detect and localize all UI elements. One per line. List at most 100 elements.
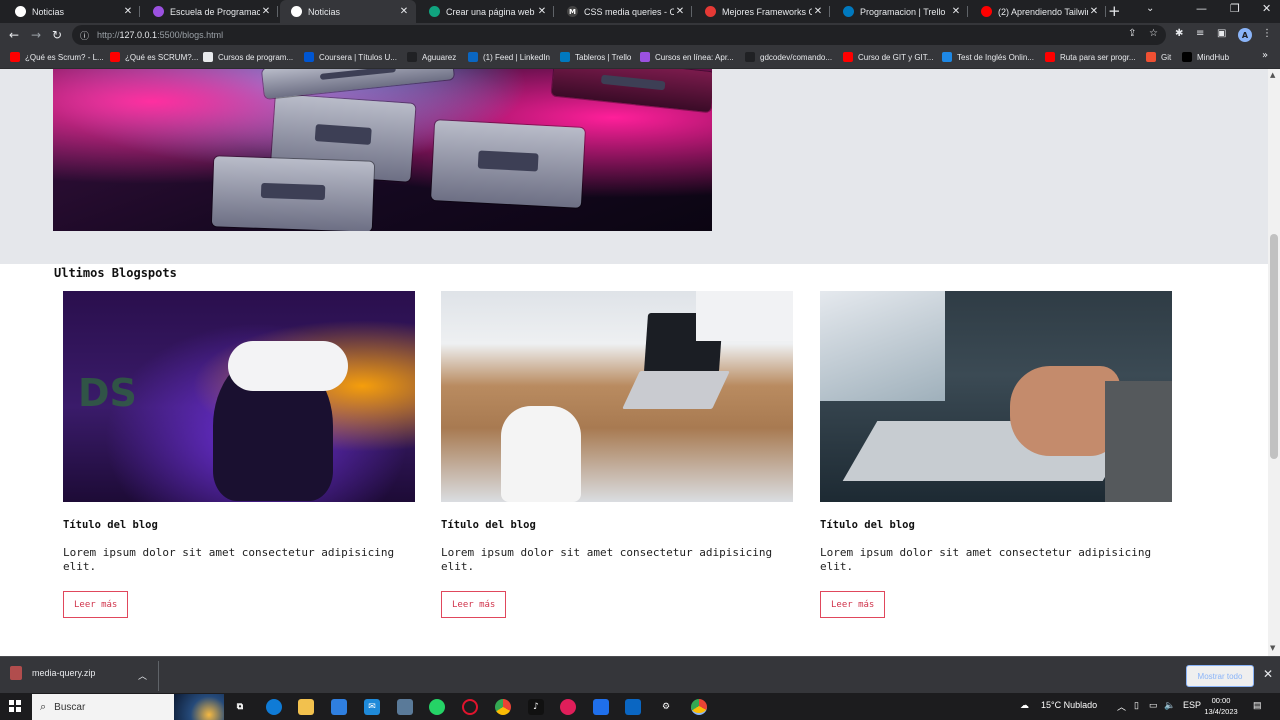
tray-chevron-icon[interactable]: ︿ xyxy=(1117,700,1126,713)
settings-gear-icon[interactable]: ⚙ xyxy=(658,699,674,715)
bookmark-item[interactable]: Ruta para ser progr... xyxy=(1045,52,1136,62)
vscode-icon[interactable] xyxy=(625,699,641,715)
menu-icon[interactable]: ⋮ xyxy=(1262,28,1272,39)
browser-tab[interactable]: Escuela de Programación y✕ xyxy=(142,0,278,23)
tab-search-icon[interactable]: ⌄ xyxy=(1146,3,1154,14)
bookmark-item[interactable]: Tableros | Trello xyxy=(560,52,631,62)
bookmark-item[interactable]: MindHub xyxy=(1182,52,1229,62)
bookmark-favicon-icon xyxy=(1182,52,1192,62)
download-item[interactable]: media-query.zip xyxy=(10,666,95,680)
read-more-button[interactable]: Leer más xyxy=(63,591,129,618)
weather-icon[interactable]: ☁ xyxy=(1020,700,1029,711)
scroll-down-icon[interactable]: ▼ xyxy=(1270,644,1275,652)
language-indicator[interactable]: ESP xyxy=(1183,700,1201,710)
close-shelf-icon[interactable]: ✕ xyxy=(1263,667,1273,681)
page-viewport: Ultimos Blogspots DS Título del blog Lor… xyxy=(0,69,1268,656)
tab-close-icon[interactable]: ✕ xyxy=(122,6,134,17)
bookmark-label: ¿Qué es SCRUM?... xyxy=(125,52,199,62)
bookmark-item[interactable]: Cursos en línea: Apr... xyxy=(640,52,734,62)
new-tab-button[interactable]: + xyxy=(1108,2,1121,20)
read-more-button[interactable]: Leer más xyxy=(441,591,507,618)
bookmark-star-icon[interactable]: ☆ xyxy=(1149,28,1158,39)
browser-tab[interactable]: Noticias ✕ xyxy=(4,0,140,23)
github-desktop-icon[interactable] xyxy=(593,699,609,715)
blog-card: Título del blog Lorem ipsum dolor sit am… xyxy=(820,291,1172,618)
chrome-active-icon[interactable] xyxy=(691,699,707,715)
blog-card-text: Lorem ipsum dolor sit amet consectetur a… xyxy=(63,546,395,573)
reload-icon[interactable]: ↻ xyxy=(52,27,62,43)
tiktok-icon[interactable]: ♪ xyxy=(528,699,544,715)
tab-title: (2) Aprendiendo Tailwind C xyxy=(998,6,1088,17)
chrome-icon[interactable] xyxy=(495,699,511,715)
minimize-icon[interactable]: — xyxy=(1196,2,1207,15)
mail-icon[interactable]: ✉ xyxy=(364,699,380,715)
tab-close-icon[interactable]: ✕ xyxy=(260,6,272,17)
task-view-icon[interactable]: ⧉ xyxy=(232,699,248,715)
edge-icon[interactable] xyxy=(266,699,282,715)
volume-icon[interactable]: 🔈 xyxy=(1164,700,1175,711)
chevron-up-icon[interactable]: ︿ xyxy=(138,669,147,682)
network-icon[interactable]: ▭ xyxy=(1149,700,1158,711)
blog-card-image xyxy=(820,291,1172,502)
slack-icon[interactable] xyxy=(560,699,576,715)
window-close-icon[interactable]: ✕ xyxy=(1262,2,1271,15)
read-more-button[interactable]: Leer más xyxy=(820,591,886,618)
tray-app-icon[interactable]: ▯ xyxy=(1134,700,1139,711)
browser-tab[interactable]: Noticias ✕ xyxy=(280,0,416,23)
tab-close-icon[interactable]: ✕ xyxy=(950,6,962,17)
store-icon[interactable] xyxy=(331,699,347,715)
browser-tab[interactable]: M CSS media queries - CSS |✕ xyxy=(556,0,692,23)
tab-close-icon[interactable]: ✕ xyxy=(1088,6,1100,17)
bookmarks-overflow-icon[interactable]: » xyxy=(1262,50,1268,61)
bookmark-item[interactable]: Curso de GIT y GIT... xyxy=(843,52,933,62)
scrollbar-thumb[interactable] xyxy=(1270,234,1278,459)
reading-list-icon[interactable]: ≡ xyxy=(1196,28,1204,39)
profile-avatar[interactable]: A xyxy=(1238,28,1252,42)
address-bar[interactable]: ⓘ http://127.0.0.1:5500/blogs.html xyxy=(72,25,1166,45)
bookmark-item[interactable]: ¿Qué es Scrum? - L... xyxy=(10,52,104,62)
extensions-icon[interactable]: ✱ xyxy=(1175,28,1183,39)
url-host: 127.0.0.1 xyxy=(119,30,158,40)
tab-close-icon[interactable]: ✕ xyxy=(398,6,410,17)
clock-date: 13/4/2023 xyxy=(1204,707,1238,716)
info-icon[interactable]: ⓘ xyxy=(80,29,89,42)
bookmark-item[interactable]: (1) Feed | LinkedIn xyxy=(468,52,550,62)
show-all-button[interactable]: Mostrar todo xyxy=(1186,665,1254,687)
bookmark-favicon-icon xyxy=(110,52,120,62)
forward-icon[interactable]: → xyxy=(31,27,41,43)
maximize-icon[interactable]: ❐ xyxy=(1230,2,1240,15)
bookmark-item[interactable]: gdcodev/comando... xyxy=(745,52,832,62)
share-icon[interactable]: ⇪ xyxy=(1128,28,1136,39)
back-icon[interactable]: ← xyxy=(9,27,19,43)
weather-text[interactable]: 15°C Nublado xyxy=(1041,700,1097,710)
notifications-icon[interactable]: ▤ xyxy=(1253,700,1262,711)
browser-tab[interactable]: Crear una página web resp✕ xyxy=(418,0,554,23)
page-scrollbar[interactable]: ▲ ▼ xyxy=(1268,69,1280,656)
windows-start-icon[interactable] xyxy=(9,700,21,712)
tab-close-icon[interactable]: ✕ xyxy=(674,6,686,17)
url-path: :5500/blogs.html xyxy=(157,30,224,40)
tab-close-icon[interactable]: ✕ xyxy=(536,6,548,17)
bookmark-item[interactable]: Test de Inglés Onlin... xyxy=(942,52,1034,62)
tab-title: Mejores Frameworks CSS | xyxy=(722,6,812,17)
bookmark-label: ¿Qué es Scrum? - L... xyxy=(25,52,104,62)
clock[interactable]: 00:00 13/4/2023 xyxy=(1200,695,1242,717)
bookmark-item[interactable]: Cursos de program... xyxy=(203,52,293,62)
bookmark-item[interactable]: Aguuarez xyxy=(407,52,456,62)
opera-icon[interactable] xyxy=(462,699,478,715)
tab-title: Noticias xyxy=(308,6,341,17)
file-explorer-icon[interactable] xyxy=(298,699,314,715)
browser-tab[interactable]: (2) Aprendiendo Tailwind C✕ xyxy=(970,0,1106,23)
whatsapp-icon[interactable] xyxy=(429,699,445,715)
calculator-icon[interactable] xyxy=(397,699,413,715)
scroll-up-icon[interactable]: ▲ xyxy=(1270,71,1275,79)
hero-section xyxy=(0,69,1268,264)
bookmark-label: Coursera | Títulos U... xyxy=(319,52,397,62)
bookmark-item[interactable]: ¿Qué es SCRUM?... xyxy=(110,52,198,62)
bookmark-item[interactable]: Git xyxy=(1146,52,1171,62)
browser-tab[interactable]: Programacion | Trello ✕ xyxy=(832,0,968,23)
browser-tab[interactable]: Mejores Frameworks CSS |✕ xyxy=(694,0,830,23)
tab-close-icon[interactable]: ✕ xyxy=(812,6,824,17)
side-panel-icon[interactable]: ▣ xyxy=(1217,28,1226,39)
bookmark-item[interactable]: Coursera | Títulos U... xyxy=(304,52,397,62)
